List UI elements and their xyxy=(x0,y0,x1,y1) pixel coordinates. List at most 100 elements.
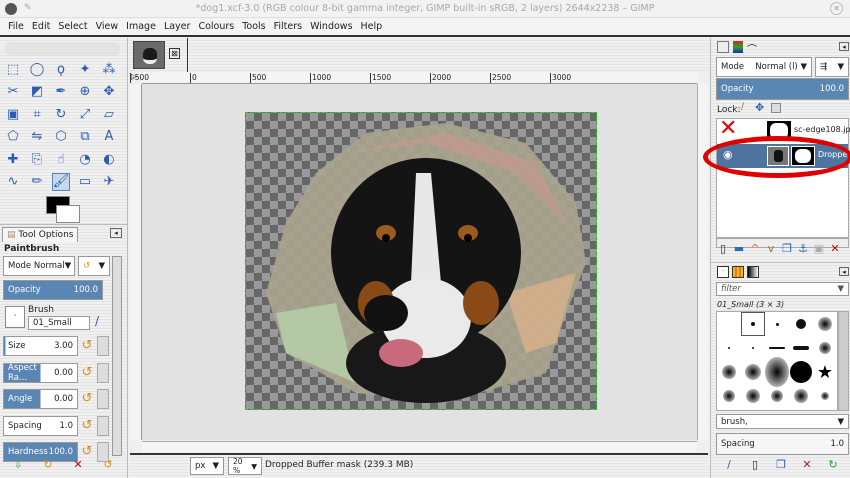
slider-aspect-ra-[interactable]: Aspect Ra... 0.00 xyxy=(3,362,78,383)
reset-icon[interactable]: ↺ xyxy=(80,444,94,459)
brush-grid[interactable]: ★ xyxy=(716,311,838,411)
paths-tool-icon[interactable]: ✒ xyxy=(52,83,70,101)
menu-file[interactable]: File xyxy=(4,18,28,35)
opacity-slider[interactable]: Opacity 100.0 xyxy=(3,280,103,300)
layer-mode-select[interactable]: Mode Normal (l) ▼ xyxy=(716,57,812,77)
tab-layers[interactable] xyxy=(717,41,729,53)
duplicate-layer-icon[interactable]: ❐ xyxy=(779,242,795,255)
warp-tool-icon[interactable]: ∿ xyxy=(4,173,22,191)
link-icon[interactable] xyxy=(97,336,109,356)
slider-angle[interactable]: Angle 0.00 xyxy=(3,389,78,409)
blur-tool-icon[interactable]: ◔ xyxy=(76,150,94,168)
slider-size[interactable]: Size 3.00 xyxy=(3,336,78,356)
anchor-layer-icon[interactable]: ⚓ xyxy=(795,242,811,255)
slider-spacing[interactable]: Spacing 1.0 xyxy=(3,415,78,436)
lock-position-icon[interactable]: ✥ xyxy=(755,101,764,114)
shear-tool-icon[interactable]: ▱ xyxy=(100,105,118,123)
brush-preset[interactable] xyxy=(813,384,837,408)
brush-preset[interactable] xyxy=(765,312,789,336)
perspective-tool-icon[interactable]: ⬠ xyxy=(4,128,22,146)
new-group-icon[interactable]: ▬ xyxy=(731,242,747,255)
menu-tools[interactable]: Tools xyxy=(238,18,269,35)
link-icon[interactable] xyxy=(97,389,109,409)
link-icon[interactable] xyxy=(97,362,109,383)
menu-edit[interactable]: Edit xyxy=(28,18,54,35)
link-icon[interactable] xyxy=(97,415,109,436)
brush-preview[interactable]: · xyxy=(5,306,25,328)
brush-preset[interactable] xyxy=(789,360,813,384)
close-window-button[interactable]: ✕ xyxy=(830,2,843,15)
close-image-tab-icon[interactable]: ⊠ xyxy=(169,48,180,59)
airbrush-tool-icon[interactable]: ✈ xyxy=(100,173,118,191)
brush-preset[interactable] xyxy=(789,336,813,360)
menu-view[interactable]: View xyxy=(92,18,123,35)
rect-select-tool-icon[interactable]: ⬚ xyxy=(4,60,22,78)
zoom-select[interactable]: 20 % ▼ xyxy=(228,457,262,475)
brush-spacing-slider[interactable]: Spacing 1.0 xyxy=(716,433,849,455)
options-scrollbar[interactable] xyxy=(112,256,122,456)
mode-select[interactable]: Mode Normal ▼ xyxy=(3,256,75,276)
unified-transform-tool-icon[interactable]: ⧉ xyxy=(76,128,94,146)
layer-opacity-slider[interactable]: Opacity 100.0 xyxy=(716,78,849,100)
tab-paths[interactable]: ⌒ xyxy=(747,41,757,56)
edit-brush-icon[interactable]: / xyxy=(721,458,737,471)
menu-colours[interactable]: Colours xyxy=(194,18,238,35)
visibility-off-icon[interactable]: ✕ xyxy=(719,116,737,141)
cage-tool-icon[interactable]: ⬡ xyxy=(52,128,70,146)
lock-alpha-icon[interactable] xyxy=(771,103,781,113)
horizontal-scrollbar[interactable] xyxy=(142,441,697,452)
reset-icon[interactable]: ↺ xyxy=(80,365,94,380)
tab-tool-options[interactable]: ▤ Tool Options xyxy=(2,227,79,242)
brush-name-field[interactable]: 01_Small xyxy=(28,316,90,330)
configure-tab-icon[interactable]: ◂ xyxy=(110,228,122,238)
brush-preset[interactable] xyxy=(765,357,789,387)
mode-reset-dropdown[interactable]: ↺ ▼ xyxy=(78,256,110,276)
brush-grid-scrollbar[interactable] xyxy=(838,311,849,411)
menu-image[interactable]: Image xyxy=(122,18,160,35)
brush-preset[interactable] xyxy=(741,312,765,336)
menu-layer[interactable]: Layer xyxy=(160,18,195,35)
tab-channels[interactable] xyxy=(733,41,743,53)
pencil-tool-icon[interactable]: ✏ xyxy=(28,173,46,191)
brush-preset[interactable] xyxy=(813,336,837,360)
lock-pixels-icon[interactable]: / xyxy=(741,102,744,112)
vertical-scrollbar[interactable] xyxy=(697,84,708,440)
reset-icon[interactable]: ↺ xyxy=(80,338,94,353)
eraser-tool-icon[interactable]: ▭ xyxy=(76,173,94,191)
delete-brush-icon[interactable]: ✕ xyxy=(799,458,815,471)
new-layer-icon[interactable]: ▯ xyxy=(715,242,731,255)
image-tab-thumbnail[interactable] xyxy=(133,41,165,69)
brush-preset[interactable] xyxy=(789,312,813,336)
quick-mask-corner-icon[interactable]: ▷ xyxy=(131,72,142,84)
clone-tool-icon[interactable]: ⎘ xyxy=(28,150,46,168)
rotate-tool-icon[interactable]: ↻ xyxy=(52,105,70,123)
dodge-tool-icon[interactable]: ◐ xyxy=(100,150,118,168)
delete-options-icon[interactable]: ✕ xyxy=(70,458,86,471)
duplicate-brush-icon[interactable]: ❐ xyxy=(773,458,789,471)
brush-tag-input[interactable]: brush, ▼ xyxy=(716,414,849,429)
ellipse-select-tool-icon[interactable]: ◯ xyxy=(28,60,46,78)
reset-options-icon[interactable]: ↺ xyxy=(100,458,116,471)
brush-preset[interactable] xyxy=(741,384,765,408)
menu-windows[interactable]: Windows xyxy=(306,18,356,35)
brush-preset[interactable] xyxy=(717,360,741,384)
smudge-tool-icon[interactable]: ☝ xyxy=(52,150,70,168)
select-by-color-tool-icon[interactable]: ⁂ xyxy=(100,60,118,78)
tab-brushes[interactable]: · xyxy=(717,266,729,278)
lower-layer-icon[interactable]: v xyxy=(763,242,779,255)
tab-patterns[interactable] xyxy=(732,266,744,278)
tab-gradients[interactable] xyxy=(747,266,759,278)
scissors-tool-icon[interactable]: ✂ xyxy=(4,83,22,101)
fuzzy-select-tool-icon[interactable]: ✦ xyxy=(76,60,94,78)
reset-icon[interactable]: ↺ xyxy=(80,391,94,406)
brush-preset[interactable] xyxy=(765,384,789,408)
unit-select[interactable]: px ▼ xyxy=(190,457,224,475)
brush-preset[interactable] xyxy=(741,336,765,360)
save-options-icon[interactable]: ⇩ xyxy=(10,458,26,471)
heal-tool-icon[interactable]: ✚ xyxy=(4,150,22,168)
menu-select[interactable]: Select xyxy=(54,18,91,35)
brush-preset[interactable] xyxy=(717,312,741,336)
composite-mode-select[interactable]: ⇶ ▼ xyxy=(815,57,849,77)
menu-help[interactable]: Help xyxy=(357,18,387,35)
brush-filter-input[interactable]: filter ▼ xyxy=(716,282,849,296)
